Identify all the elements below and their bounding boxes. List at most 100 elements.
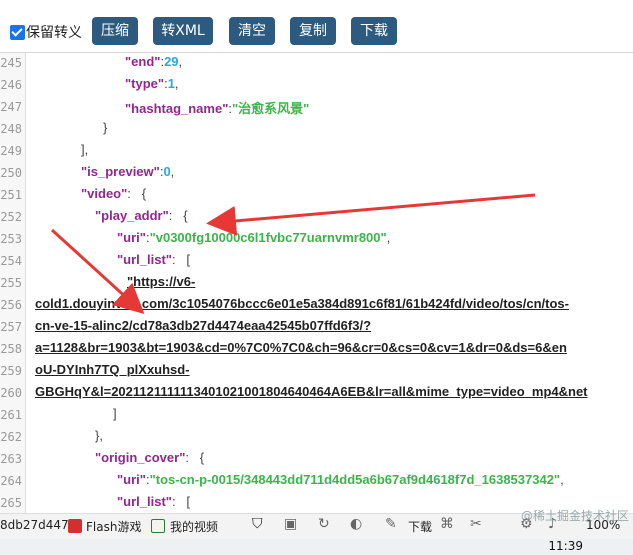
json-string: "tos-cn-p-0015/348443dd711d4dd5a6b67af9d… (149, 472, 561, 487)
clock: 11:39 (548, 539, 583, 553)
translate-icon[interactable]: ⌘ (440, 516, 454, 532)
line-number: 246 (0, 78, 22, 92)
json-url: "https://v6- (127, 274, 196, 289)
json-number: 29 (164, 54, 179, 69)
flash-icon (68, 519, 82, 533)
edit-icon[interactable]: ✎ (385, 516, 397, 532)
flash-game-link[interactable]: Flash游戏 (86, 518, 141, 535)
json-punct: } (103, 120, 108, 135)
code-line: "uri":"v0300fg10000c6l1fvbc77uarnvmr800"… (117, 230, 390, 245)
json-string: "v0300fg10000c6l1fvbc77uarnvmr800" (149, 230, 387, 245)
json-number: 1 (167, 76, 175, 91)
line-number: 251 (0, 188, 22, 202)
line-number: 245 (0, 56, 22, 70)
line-number: 257 (0, 320, 22, 334)
line-number: 253 (0, 232, 22, 246)
code-line: "url_list": [ (117, 494, 190, 509)
line-number: 262 (0, 430, 22, 444)
line-number: 248 (0, 122, 22, 136)
code-line: cn-ve-15-alinc2/cd78a3db27d4474eaa42545b… (35, 318, 371, 333)
line-number: 260 (0, 386, 22, 400)
refresh-icon[interactable]: ↻ (318, 516, 330, 532)
json-key: "play_addr" (95, 208, 169, 223)
code-line: cold1.douyinvod.com/3c1054076bccc6e01e5a… (35, 296, 569, 311)
code-line: "url_list": [ (117, 252, 190, 267)
image-icon[interactable]: ▣ (284, 516, 297, 532)
json-punct: : [ (171, 494, 191, 509)
json-punct: ] (113, 406, 117, 421)
clear-button[interactable]: 清空 (229, 17, 275, 45)
shield-icon[interactable]: ⛉ (252, 516, 263, 532)
keep-escape-label: 保留转义 (26, 25, 82, 41)
json-punct: : { (168, 208, 188, 223)
json-key: "url_list" (117, 252, 172, 267)
json-url: cn-ve-15-alinc2/cd78a3db27d4474eaa42545b… (35, 318, 372, 333)
my-video-link[interactable]: 我的视频 (170, 518, 218, 535)
line-number: 250 (0, 166, 22, 180)
compress-button[interactable]: 压缩 (92, 17, 138, 45)
code-line: oU-DYInh7TQ_plXxuhsd- (35, 362, 190, 377)
code-line: "origin_cover": { (95, 450, 204, 465)
json-key: "origin_cover" (95, 450, 186, 465)
line-number: 264 (0, 474, 22, 488)
json-punct: , (386, 230, 391, 245)
json-punct: ], (81, 142, 89, 157)
json-key: "type" (125, 76, 165, 91)
json-number: 0 (163, 164, 171, 179)
json-punct: , (174, 76, 179, 91)
json-string: "治愈系风景" (231, 101, 310, 116)
code-line: "end":29, (125, 54, 182, 69)
code-line: ] (113, 406, 117, 421)
code-line: } (103, 120, 107, 135)
json-punct: , (178, 54, 183, 69)
json-key: "uri" (117, 230, 146, 245)
line-number: 256 (0, 298, 22, 312)
code-line: "https://v6- (127, 274, 195, 289)
json-url: GBGHqY&l=2021121111113401021001804640464… (35, 384, 588, 399)
json-punct: : { (185, 450, 205, 465)
keep-escape-checkbox[interactable] (10, 25, 25, 40)
json-punct: , (560, 472, 564, 487)
json-url: oU-DYInh7TQ_plXxuhsd- (35, 362, 190, 377)
line-number: 252 (0, 210, 22, 224)
json-key: "uri" (117, 472, 146, 487)
line-gutter: 245 246 247 248 249 250 251 252 253 254 255 256 257 2… (0, 53, 26, 514)
code-line: "is_preview":0, (81, 164, 174, 179)
json-key: "url_list" (117, 494, 172, 509)
copy-button[interactable]: 复制 (290, 17, 336, 45)
line-number: 263 (0, 452, 22, 466)
json-url: cold1.douyinvod.com/3c1054076bccc6e01e5a… (35, 296, 569, 311)
json-key: "is_preview" (81, 164, 160, 179)
line-number: 255 (0, 276, 22, 290)
json-url: a=1128&br=1903&bt=1903&cd=0%7C0%7C0&ch=9… (35, 340, 567, 355)
line-number: 261 (0, 408, 22, 422)
json-punct: }, (95, 428, 103, 443)
json-punct: , (170, 164, 175, 179)
json-key: "hashtag_name" (125, 101, 229, 116)
line-number: 258 (0, 342, 22, 356)
status-left-text: 8db27d447 (0, 518, 69, 532)
line-number: 254 (0, 254, 22, 268)
code-line: GBGHqY&l=2021121111113401021001804640464… (35, 384, 588, 399)
download-button[interactable]: 下载 (351, 17, 397, 45)
watermark: @稀土掘金技术社区 (520, 509, 629, 523)
to-xml-button[interactable]: 转XML (153, 17, 213, 45)
video-icon (151, 519, 165, 533)
json-key: "video" (81, 186, 128, 201)
code-line: "play_addr": { (95, 208, 188, 223)
taskbar: 11:39 (0, 539, 633, 555)
json-key: "end" (125, 54, 161, 69)
json-punct: : { (127, 186, 147, 201)
json-editor[interactable]: 245 246 247 248 249 250 251 252 253 254 255 256 257 2… (0, 52, 633, 514)
screenshot-icon[interactable]: ✂ (470, 516, 482, 532)
code-line: "type":1, (125, 76, 179, 91)
json-punct: : [ (171, 252, 191, 267)
sound-icon[interactable]: ◐ (350, 516, 362, 532)
line-number: 249 (0, 144, 22, 158)
code-line: a=1128&br=1903&bt=1903&cd=0%7C0%7C0&ch=9… (35, 340, 567, 355)
toolbar: 保留转义 压缩 转XML 清空 复制 下载 (0, 12, 633, 52)
code-line: "hashtag_name":"治愈系风景" (125, 98, 309, 117)
code-line: ], (81, 142, 88, 157)
download-link[interactable]: 下载 (408, 518, 432, 535)
line-number: 247 (0, 100, 22, 114)
